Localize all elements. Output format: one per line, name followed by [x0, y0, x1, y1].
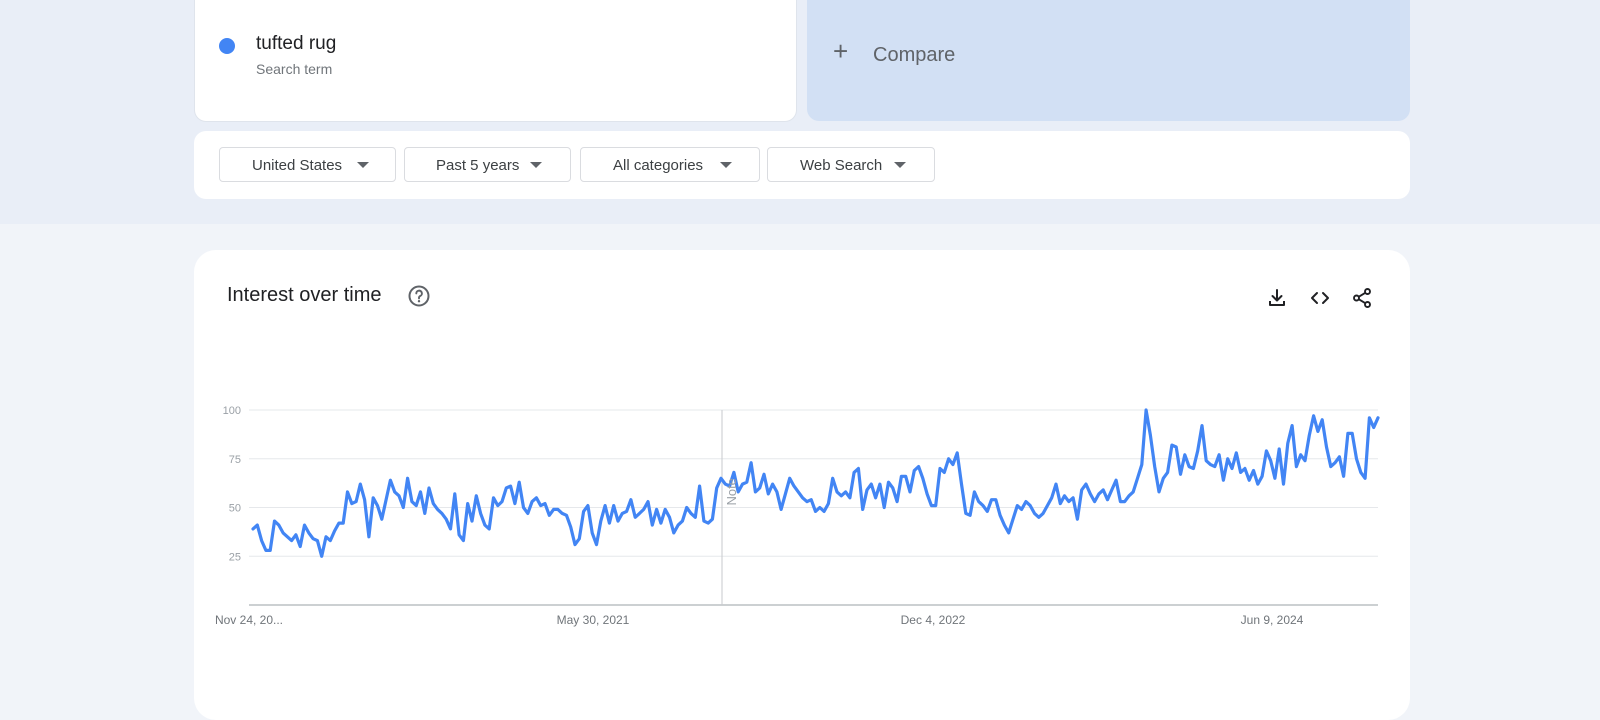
filter-region-label: United States [252, 157, 343, 174]
filter-time-dropdown[interactable]: Past 5 years [404, 147, 571, 182]
note-label: Note [724, 478, 739, 505]
search-term-name: tufted rug [256, 33, 337, 54]
y-tick-label: 50 [229, 503, 241, 515]
filter-region-dropdown[interactable]: United States [219, 147, 396, 182]
series-line-tufted-rug [251, 408, 1380, 558]
x-tick-label: May 30, 2021 [557, 613, 630, 627]
plus-icon: + [833, 36, 849, 66]
compare-label: Compare [873, 44, 956, 66]
filter-property-label: Web Search [800, 157, 883, 174]
chevron-down-icon [530, 162, 542, 168]
x-tick-label: Nov 24, 20... [215, 613, 283, 627]
y-tick-label: 25 [229, 551, 241, 563]
chevron-down-icon [894, 162, 906, 168]
filter-category-label: All categories [613, 157, 704, 174]
series-color-dot [219, 38, 235, 54]
compare-button[interactable]: + Compare [807, 0, 1410, 121]
filter-category-dropdown[interactable]: All categories [580, 147, 760, 182]
filter-time-label: Past 5 years [436, 157, 520, 174]
y-tick-label: 75 [229, 454, 241, 466]
filter-bar: United States Past 5 years All categorie… [194, 131, 1410, 199]
interest-over-time-card: Interest over time 25 50 75 100 Note Nov 24, … [194, 250, 1410, 720]
chevron-down-icon [357, 162, 369, 168]
search-term-card[interactable]: tufted rug Search term [194, 0, 797, 122]
x-tick-label: Jun 9, 2024 [1241, 613, 1304, 627]
interest-chart: 25 50 75 100 Note Nov 24, 20... May 30, 2021 De… [215, 405, 1380, 627]
y-tick-label: 100 [223, 405, 241, 417]
x-tick-label: Dec 4, 2022 [901, 613, 966, 627]
filter-property-dropdown[interactable]: Web Search [767, 147, 935, 182]
chevron-down-icon [720, 162, 732, 168]
search-term-type: Search term [256, 61, 333, 77]
